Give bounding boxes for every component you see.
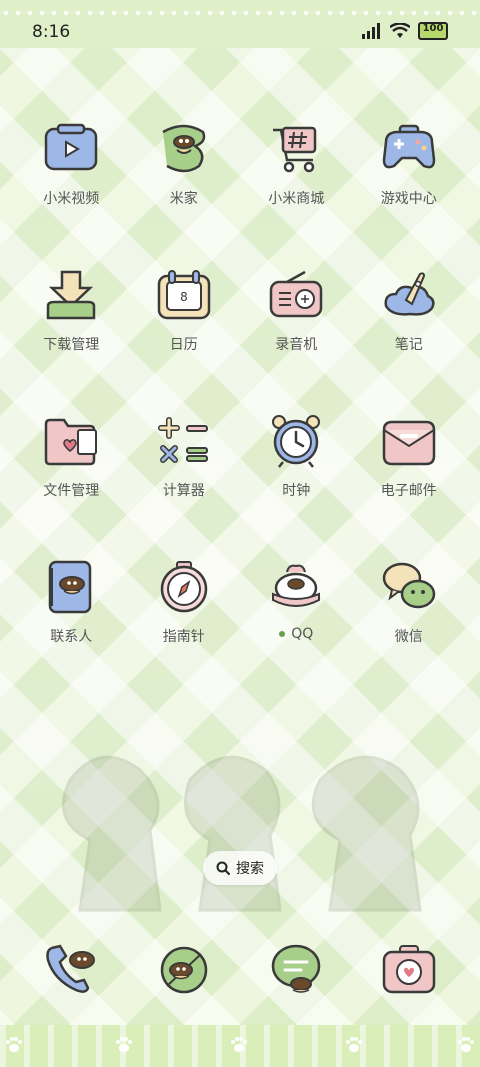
app-grid: 小米视频 米家 小米商城 游戏中心 下载管理 8 日历 录音机 笔记 文件管理 …	[15, 120, 465, 646]
search-label: 搜索	[236, 861, 264, 877]
app-label-qq: QQ	[279, 626, 313, 642]
dock-phone[interactable]	[15, 940, 128, 998]
dock-messages[interactable]	[240, 940, 353, 998]
mijia-icon	[162, 124, 205, 173]
gamepad-icon	[382, 124, 436, 169]
calculator-icon	[157, 417, 208, 463]
radio-icon	[270, 270, 323, 318]
messages-icon	[272, 944, 321, 993]
dock-browser[interactable]	[128, 940, 241, 998]
dock	[15, 940, 465, 998]
search-button[interactable]: 搜索	[203, 851, 277, 885]
app-wechat[interactable]: 微信	[353, 558, 466, 646]
app-label: 指南针	[162, 629, 205, 645]
notes-icon	[384, 272, 435, 316]
app-game-center[interactable]: 游戏中心	[353, 120, 466, 208]
app-label: 游戏中心	[380, 191, 437, 207]
app-label: 联系人	[50, 629, 93, 645]
calendar-icon: 8	[157, 270, 210, 320]
alarm-clock-icon	[272, 415, 321, 468]
browser-icon	[160, 946, 207, 994]
app-label: 日历	[169, 337, 198, 353]
paw-icon	[116, 1037, 132, 1052]
mail-icon	[382, 420, 435, 466]
app-label: 小米商城	[268, 191, 325, 207]
status-bar: 8:16 100	[0, 0, 480, 48]
app-label: 小米视频	[43, 191, 100, 207]
wechat-icon	[382, 562, 435, 609]
paw-icon	[6, 1037, 22, 1052]
app-xiaomi-video[interactable]: 小米视频	[15, 120, 128, 208]
app-label: 电子邮件	[380, 483, 437, 499]
download-icon	[47, 270, 96, 320]
phone-icon	[46, 944, 96, 993]
camera-icon	[382, 945, 435, 994]
app-label: 微信	[394, 629, 423, 645]
app-file-manager[interactable]: 文件管理	[15, 412, 128, 500]
status-time: 8:16	[32, 22, 71, 42]
app-label: 时钟	[282, 483, 311, 499]
app-qq[interactable]: QQ	[240, 558, 353, 646]
app-label: 下载管理	[43, 337, 100, 353]
notification-dot	[279, 631, 286, 637]
paw-icon	[231, 1037, 247, 1052]
video-icon	[45, 123, 98, 171]
battery-level: 100	[422, 23, 444, 34]
app-label: 计算器	[162, 483, 205, 499]
dock-camera[interactable]	[353, 940, 466, 998]
status-icons: 100	[362, 22, 448, 40]
paw-icon	[346, 1037, 362, 1052]
app-calendar[interactable]: 8 日历	[128, 266, 241, 354]
app-label: 米家	[169, 191, 198, 207]
app-label: 录音机	[275, 337, 318, 353]
wifi-icon	[390, 23, 410, 38]
app-download-manager[interactable]: 下载管理	[15, 266, 128, 354]
lace-decoration	[0, 10, 480, 16]
app-compass[interactable]: 指南针	[128, 558, 241, 646]
app-calculator[interactable]: 计算器	[128, 412, 241, 500]
app-contacts[interactable]: 联系人	[15, 558, 128, 646]
calendar-day: 8	[180, 290, 188, 304]
app-notes[interactable]: 笔记	[353, 266, 466, 354]
battery-indicator: 100	[418, 22, 448, 40]
app-label: 笔记	[394, 337, 423, 353]
app-clock[interactable]: 时钟	[240, 412, 353, 500]
app-mijia[interactable]: 米家	[128, 120, 241, 208]
app-xiaomi-store[interactable]: 小米商城	[240, 120, 353, 208]
paw-icon	[458, 1037, 474, 1052]
signal-icon	[362, 23, 380, 39]
app-label: 文件管理	[43, 483, 100, 499]
app-label: QQ	[291, 626, 314, 642]
app-email[interactable]: 电子邮件	[353, 412, 466, 500]
wallpaper-characters	[61, 755, 422, 912]
footer-decoration	[0, 1025, 480, 1067]
contacts-icon	[49, 560, 92, 614]
search-icon	[216, 861, 230, 875]
shopping-cart-icon	[273, 126, 317, 173]
app-recorder[interactable]: 录音机	[240, 266, 353, 354]
compass-icon	[160, 561, 207, 613]
qq-icon	[272, 564, 321, 607]
folder-icon	[45, 418, 98, 466]
